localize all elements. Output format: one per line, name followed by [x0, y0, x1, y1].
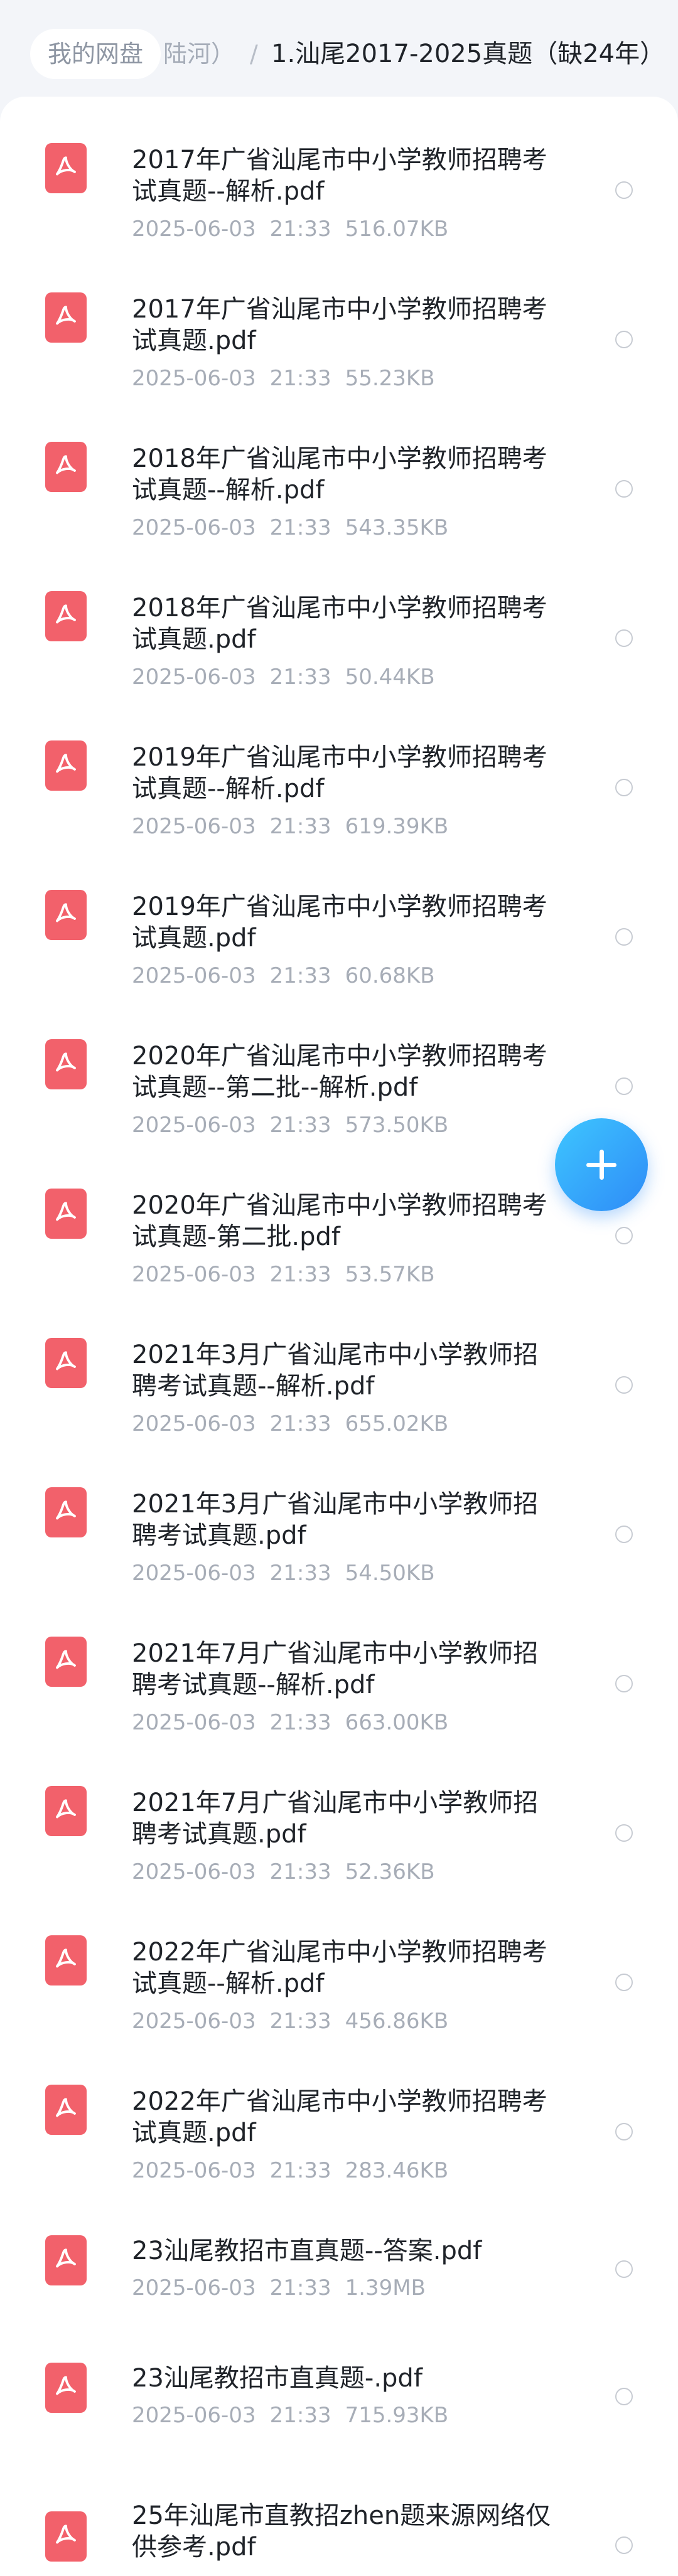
select-radio-icon[interactable]: [615, 1077, 633, 1095]
file-meta: 2025-06-03 21:33 543.35KB: [132, 515, 449, 540]
pdf-file-icon: [45, 1637, 87, 1687]
file-row[interactable]: 2021年7月广省汕尾市中小学教师招 聘考试真题--解析.pdf 2025-06-…: [0, 1590, 678, 1740]
file-name: 2021年3月广省汕尾市中小学教师招 聘考试真题--解析.pdf: [132, 1340, 539, 1401]
file-name: 2021年7月广省汕尾市中小学教师招 聘考试真题--解析.pdf: [132, 1639, 539, 1699]
select-radio-icon[interactable]: [615, 1675, 633, 1692]
pdf-file-icon: [45, 2363, 87, 2413]
breadcrumb: 我的网盘 陆河） / 1.汕尾2017-2025真题（缺24年）: [0, 0, 678, 107]
file-list: 2017年广省汕尾市中小学教师招聘考 试真题--解析.pdf 2025-06-03…: [0, 97, 678, 2576]
select-radio-icon[interactable]: [615, 1824, 633, 1842]
file-row[interactable]: 2021年7月广省汕尾市中小学教师招 聘考试真题.pdf 2025-06-03 21…: [0, 1740, 678, 1889]
breadcrumb-separator: /: [250, 40, 258, 68]
file-meta: 2025-06-03 21:33 456.86KB: [132, 2009, 449, 2034]
pdf-file-icon: [45, 2085, 87, 2135]
select-radio-icon[interactable]: [615, 331, 633, 348]
file-meta: 2025-06-03 21:33 53.57KB: [132, 1262, 435, 1287]
file-row[interactable]: 25年汕尾市直教招zhen题来源网络仅 供参考.pdf: [0, 2442, 678, 2576]
breadcrumb-current-folder: 1.汕尾2017-2025真题（缺24年）: [271, 40, 665, 68]
select-radio-icon[interactable]: [615, 1526, 633, 1543]
pdf-file-icon: [45, 143, 87, 193]
select-radio-icon[interactable]: [615, 2123, 633, 2140]
pdf-file-icon: [45, 1189, 87, 1239]
file-name: 2022年广省汕尾市中小学教师招聘考 试真题--解析.pdf: [132, 1938, 547, 1998]
breadcrumb-home[interactable]: 我的网盘: [30, 29, 161, 79]
file-meta: 2025-06-03 21:33 715.93KB: [132, 2403, 449, 2428]
select-radio-icon[interactable]: [615, 2536, 633, 2554]
pdf-file-icon: [45, 2235, 87, 2285]
file-name: 2017年广省汕尾市中小学教师招聘考 试真题--解析.pdf: [132, 146, 547, 206]
file-row[interactable]: 2022年广省汕尾市中小学教师招聘考 试真题--解析.pdf 2025-06-03…: [0, 1889, 678, 2038]
file-meta: 2025-06-03 21:33 516.07KB: [132, 216, 449, 242]
file-meta: 2025-06-03 21:33 55.23KB: [132, 366, 435, 391]
file-meta: 2025-06-03 21:33 283.46KB: [132, 2158, 449, 2183]
file-meta: 2025-06-03 21:33 663.00KB: [132, 1710, 449, 1735]
select-radio-icon[interactable]: [615, 779, 633, 796]
pdf-file-icon: [45, 1487, 87, 1537]
pdf-file-icon: [45, 442, 87, 492]
file-meta: 2025-06-03 21:33 54.50KB: [132, 1561, 435, 1586]
pdf-file-icon: [45, 1786, 87, 1836]
file-row[interactable]: 2021年3月广省汕尾市中小学教师招 聘考试真题.pdf 2025-06-03 21…: [0, 1441, 678, 1590]
file-name: 23汕尾教招市直真题--答案.pdf: [132, 2237, 482, 2265]
file-name: 2019年广省汕尾市中小学教师招聘考 试真题.pdf: [132, 892, 547, 953]
pdf-file-icon: [45, 740, 87, 791]
file-meta: 2025-06-03 21:33 619.39KB: [132, 814, 449, 839]
file-name: 2020年广省汕尾市中小学教师招聘考 试真题-第二批.pdf: [132, 1191, 547, 1251]
select-radio-icon[interactable]: [615, 2260, 633, 2278]
file-meta: 2025-06-03 21:33 573.50KB: [132, 1113, 449, 1138]
file-row[interactable]: 2019年广省汕尾市中小学教师招聘考 试真题--解析.pdf 2025-06-03…: [0, 694, 678, 843]
pdf-file-icon: [45, 890, 87, 940]
file-row[interactable]: 2018年广省汕尾市中小学教师招聘考 试真题--解析.pdf 2025-06-03…: [0, 395, 678, 545]
select-radio-icon[interactable]: [615, 1227, 633, 1244]
pdf-file-icon: [45, 1039, 87, 1089]
file-row[interactable]: 2017年广省汕尾市中小学教师招聘考 试真题.pdf 2025-06-03 21:3…: [0, 246, 678, 395]
file-meta: 2025-06-03 21:33 60.68KB: [132, 963, 435, 988]
file-meta: 2025-06-03 21:33 52.36KB: [132, 1859, 435, 1884]
select-radio-icon[interactable]: [615, 928, 633, 946]
pdf-file-icon: [45, 292, 87, 343]
file-name: 2018年广省汕尾市中小学教师招聘考 试真题--解析.pdf: [132, 444, 547, 505]
select-radio-icon[interactable]: [615, 629, 633, 647]
file-meta: 2025-06-03 21:33 1.39MB: [132, 2275, 426, 2301]
file-row[interactable]: 2017年广省汕尾市中小学教师招聘考 试真题--解析.pdf 2025-06-03…: [0, 97, 678, 246]
file-name: 2020年广省汕尾市中小学教师招聘考 试真题--第二批--解析.pdf: [132, 1042, 547, 1102]
pdf-file-icon: [45, 1338, 87, 1388]
file-row[interactable]: 2022年广省汕尾市中小学教师招聘考 试真题.pdf 2025-06-03 21:3…: [0, 2038, 678, 2188]
file-name: 2021年7月广省汕尾市中小学教师招 聘考试真题.pdf: [132, 1788, 539, 1849]
select-radio-icon[interactable]: [615, 1376, 633, 1394]
file-row[interactable]: 2019年广省汕尾市中小学教师招聘考 试真题.pdf 2025-06-03 21:3…: [0, 843, 678, 993]
file-row[interactable]: 23汕尾教招市直真题--答案.pdf 2025-06-03 21:33 1.39MB: [0, 2188, 678, 2315]
add-fab-button[interactable]: [555, 1118, 648, 1211]
select-radio-icon[interactable]: [615, 480, 633, 498]
file-name: 25年汕尾市直教招zhen题来源网络仅 供参考.pdf: [132, 2501, 551, 2562]
pdf-file-icon: [45, 1935, 87, 1985]
file-name: 23汕尾教招市直真题-.pdf: [132, 2364, 422, 2393]
pdf-file-icon: [45, 591, 87, 641]
file-row[interactable]: 2018年广省汕尾市中小学教师招聘考 试真题.pdf 2025-06-03 21:3…: [0, 545, 678, 694]
select-radio-icon[interactable]: [615, 181, 633, 199]
file-meta: 2025-06-03 21:33 655.02KB: [132, 1411, 449, 1436]
file-row[interactable]: 2021年3月广省汕尾市中小学教师招 聘考试真题--解析.pdf 2025-06-…: [0, 1291, 678, 1441]
select-radio-icon[interactable]: [615, 2388, 633, 2405]
file-name: 2017年广省汕尾市中小学教师招聘考 试真题.pdf: [132, 295, 547, 355]
file-meta: 2025-06-03 21:33 50.44KB: [132, 665, 435, 690]
file-name: 2021年3月广省汕尾市中小学教师招 聘考试真题.pdf: [132, 1490, 539, 1550]
breadcrumb-parent[interactable]: 陆河）: [163, 29, 235, 79]
file-name: 2022年广省汕尾市中小学教师招聘考 试真题.pdf: [132, 2087, 547, 2147]
file-row[interactable]: 2020年广省汕尾市中小学教师招聘考 试真题--第二批--解析.pdf 2025-…: [0, 993, 678, 1142]
select-radio-icon[interactable]: [615, 1974, 633, 1991]
file-name: 2018年广省汕尾市中小学教师招聘考 试真题.pdf: [132, 594, 547, 654]
file-name: 2019年广省汕尾市中小学教师招聘考 试真题--解析.pdf: [132, 743, 547, 803]
file-row[interactable]: 23汕尾教招市直真题-.pdf 2025-06-03 21:33 715.93KB: [0, 2315, 678, 2442]
pdf-file-icon: [45, 2511, 87, 2562]
